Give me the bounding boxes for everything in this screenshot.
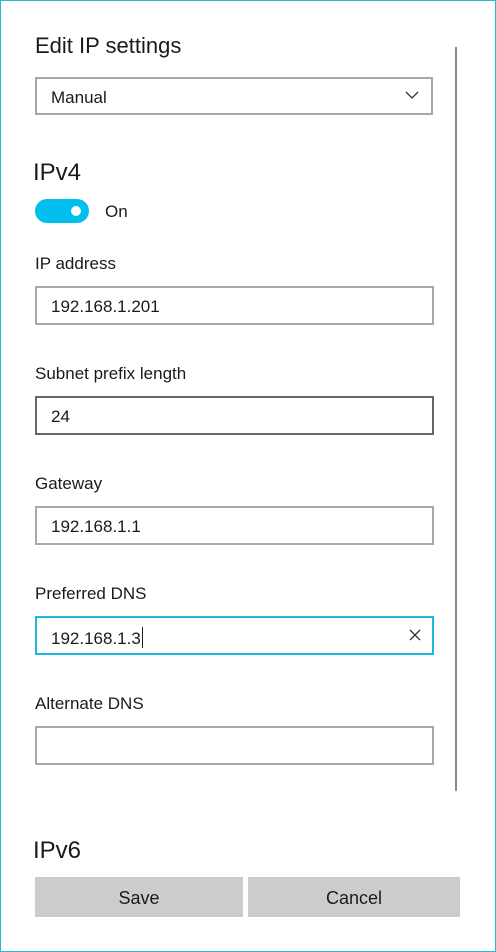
alternate-dns-input[interactable] — [35, 726, 434, 765]
ip-address-value: 192.168.1.201 — [51, 297, 160, 316]
gateway-value: 192.168.1.1 — [51, 517, 141, 536]
ipv4-toggle-label: On — [105, 202, 128, 221]
subnet-prefix-length-input[interactable]: 24 — [35, 396, 434, 435]
ipv6-heading: IPv6 — [33, 837, 82, 864]
preferred-dns-value-wrap: 192.168.1.3 — [51, 627, 143, 649]
ip-address-label: IP address — [35, 254, 116, 273]
ip-assignment-select[interactable]: Manual — [35, 77, 433, 115]
toggle-knob — [71, 206, 81, 216]
gateway-input[interactable]: 192.168.1.1 — [35, 506, 434, 545]
preferred-dns-input[interactable]: 192.168.1.3 — [35, 616, 434, 655]
gateway-label: Gateway — [35, 474, 103, 493]
preferred-dns-value: 192.168.1.3 — [51, 629, 141, 648]
edit-ip-settings-dialog: Edit IP settings Manual IPv4 On IP addre… — [0, 0, 496, 952]
subnet-prefix-length-label: Subnet prefix length — [35, 364, 187, 383]
alternate-dns-label: Alternate DNS — [35, 694, 144, 713]
preferred-dns-label: Preferred DNS — [35, 584, 147, 603]
ipv4-heading: IPv4 — [33, 159, 82, 186]
dialog-title: Edit IP settings — [35, 33, 182, 58]
scrollbar[interactable] — [455, 47, 457, 791]
ipv4-toggle[interactable] — [35, 199, 89, 223]
subnet-prefix-length-value: 24 — [51, 407, 70, 426]
text-caret — [141, 627, 143, 648]
ip-assignment-value: Manual — [51, 88, 107, 107]
chevron-down-icon — [405, 91, 419, 99]
close-icon[interactable] — [408, 628, 422, 642]
save-button[interactable]: Save — [35, 877, 243, 917]
cancel-button[interactable]: Cancel — [248, 877, 460, 917]
ip-address-input[interactable]: 192.168.1.201 — [35, 286, 434, 325]
